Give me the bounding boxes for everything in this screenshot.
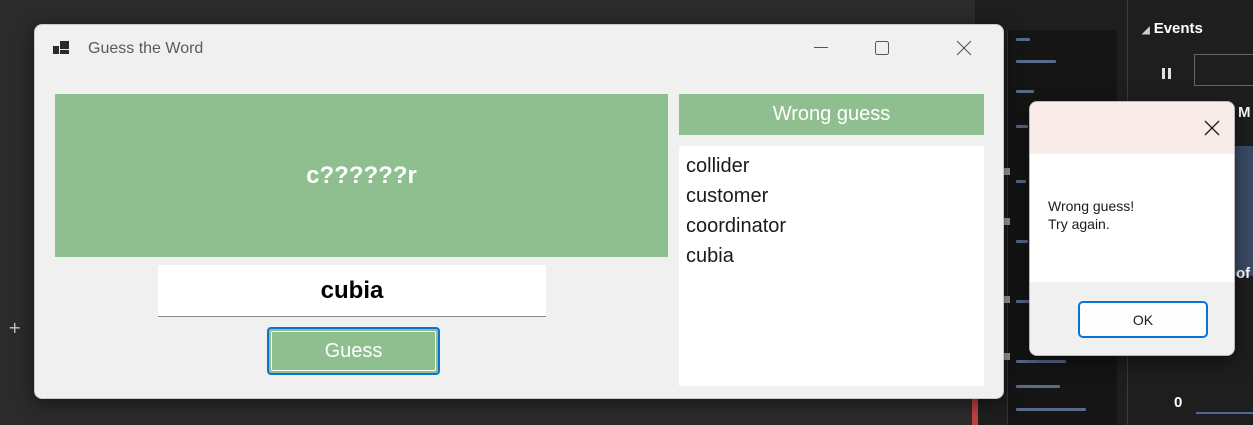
masked-word-panel: c??????r xyxy=(55,94,668,257)
wrong-guess-header: Wrong guess xyxy=(679,94,984,135)
close-icon xyxy=(956,40,972,56)
dialog-footer: OK xyxy=(1030,282,1234,355)
dialog-close-button[interactable] xyxy=(1190,106,1234,150)
minimap-line xyxy=(1016,385,1060,388)
error-marker xyxy=(972,398,978,425)
minimap-line xyxy=(1016,60,1056,63)
dialog-message-line2: Try again. xyxy=(1048,216,1110,232)
wrong-guess-dialog: Wrong guess! Try again. OK xyxy=(1029,101,1235,356)
list-item: coordinator xyxy=(686,215,787,237)
dialog-message-line1: Wrong guess! xyxy=(1048,198,1135,214)
events-header[interactable]: ◢ Events xyxy=(1142,20,1203,37)
list-item: customer xyxy=(686,185,769,207)
minimap-line xyxy=(1016,240,1028,243)
minimap-line xyxy=(1016,38,1030,41)
collapse-triangle-icon: ◢ xyxy=(1142,25,1150,36)
minimap-line xyxy=(1016,90,1034,93)
events-header-label: Events xyxy=(1153,20,1203,37)
pause-icon[interactable] xyxy=(1162,64,1174,83)
list-item: collider xyxy=(686,155,750,177)
window-titlebar[interactable]: Guess the Word xyxy=(35,25,1003,71)
minimap-line xyxy=(1016,125,1028,128)
minimap-line xyxy=(1016,360,1066,363)
masked-word: c??????r xyxy=(306,161,417,189)
partial-label-of: of xyxy=(1236,265,1251,282)
maximize-button[interactable] xyxy=(859,25,905,71)
gutter-marker xyxy=(1003,168,1010,175)
maximize-icon xyxy=(875,41,889,55)
dialog-titlebar[interactable] xyxy=(1030,102,1234,154)
guess-input[interactable] xyxy=(158,265,546,317)
minimap-line xyxy=(1016,408,1086,411)
add-icon[interactable]: + xyxy=(8,318,21,337)
dialog-message: Wrong guess! Try again. xyxy=(1048,197,1134,233)
minimize-button[interactable] xyxy=(798,25,844,71)
gutter-marker xyxy=(1003,296,1010,303)
list-item: cubia xyxy=(686,245,734,267)
wrong-guess-list[interactable]: collider customer coordinator cubia xyxy=(679,146,984,386)
graph-axis-line xyxy=(1196,412,1253,414)
ok-button-label: OK xyxy=(1132,311,1154,328)
window-title: Guess the Word xyxy=(88,40,204,57)
app-icon xyxy=(53,41,69,55)
minimize-icon xyxy=(814,47,828,48)
guess-button[interactable]: Guess xyxy=(267,327,440,375)
close-icon xyxy=(1204,120,1220,136)
guess-the-word-window: Guess the Word c??????r Guess Wrong gues… xyxy=(34,24,1004,399)
events-filter-box[interactable] xyxy=(1194,54,1253,86)
guess-button-label: Guess xyxy=(324,339,383,362)
close-button[interactable] xyxy=(941,25,987,71)
partial-label-m: M xyxy=(1238,104,1251,121)
ok-button[interactable]: OK xyxy=(1078,301,1208,338)
gutter-marker xyxy=(1003,353,1010,360)
gutter-marker xyxy=(1003,218,1010,225)
minimap-line xyxy=(1016,180,1026,183)
graph-axis-zero: 0 xyxy=(1174,394,1183,411)
